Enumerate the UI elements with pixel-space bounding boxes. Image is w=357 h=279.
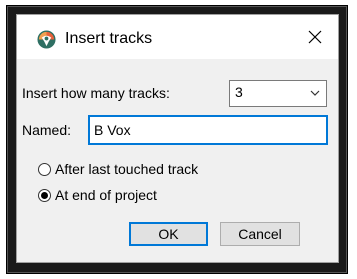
track-name-label: Named: bbox=[22, 122, 72, 138]
cancel-button[interactable]: Cancel bbox=[220, 222, 300, 246]
track-count-label: Insert how many tracks: bbox=[22, 85, 170, 101]
track-name-input[interactable] bbox=[88, 115, 328, 145]
radio-button[interactable] bbox=[38, 188, 51, 202]
ok-button[interactable]: OK bbox=[129, 222, 208, 246]
title-bar: Insert tracks bbox=[17, 15, 338, 59]
track-count-dropdown[interactable]: 3 bbox=[229, 80, 327, 107]
close-button[interactable] bbox=[292, 15, 338, 59]
radio-label: After last touched track bbox=[55, 161, 199, 177]
dialog-title: Insert tracks bbox=[65, 30, 153, 47]
close-icon bbox=[308, 30, 322, 44]
radio-button[interactable] bbox=[38, 162, 51, 176]
insert-tracks-dialog: Insert tracks Insert how many tracks: 3 … bbox=[16, 14, 339, 263]
radio-after-last-touched[interactable]: After last touched track bbox=[38, 161, 198, 177]
radio-label: At end of project bbox=[55, 187, 157, 203]
track-count-value: 3 bbox=[235, 84, 243, 100]
chevron-down-icon bbox=[310, 90, 320, 96]
reaper-logo-icon bbox=[37, 30, 56, 49]
radio-end-of-project[interactable]: At end of project bbox=[38, 187, 157, 203]
